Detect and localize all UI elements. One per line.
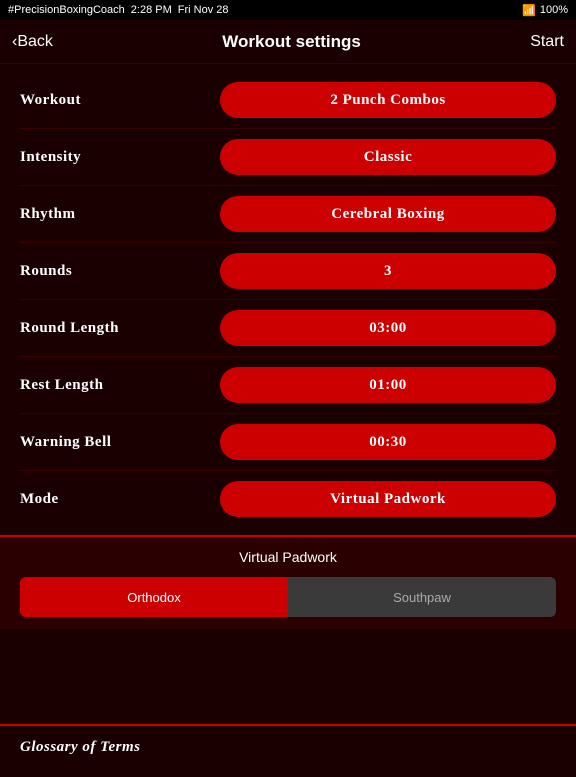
battery-label: 100% bbox=[540, 4, 568, 16]
workout-label: Workout bbox=[20, 92, 220, 109]
intensity-label: Intensity bbox=[20, 149, 220, 166]
main-content: Workout 2 Punch Combos Intensity Classic… bbox=[0, 64, 576, 535]
mode-value[interactable]: Virtual Padwork bbox=[220, 481, 556, 517]
stance-buttons: Orthodox Southpaw bbox=[20, 577, 556, 617]
workout-value[interactable]: 2 Punch Combos bbox=[220, 82, 556, 118]
status-time: 2:28 PM bbox=[131, 4, 172, 16]
rounds-value[interactable]: 3 bbox=[220, 253, 556, 289]
status-right: 📶 100% bbox=[522, 4, 568, 17]
app-name: #PrecisionBoxingCoach bbox=[8, 4, 125, 16]
back-label: Back bbox=[17, 33, 53, 51]
round-length-value[interactable]: 03:00 bbox=[220, 310, 556, 346]
glossary-link[interactable]: Glossary of Terms bbox=[20, 739, 140, 756]
round-length-label: Round Length bbox=[20, 320, 220, 337]
round-length-row: Round Length 03:00 bbox=[0, 300, 576, 356]
mode-label: Mode bbox=[20, 491, 220, 508]
nav-bar: ‹ Back Workout settings Start bbox=[0, 20, 576, 64]
workout-row: Workout 2 Punch Combos bbox=[0, 72, 576, 128]
intensity-row: Intensity Classic bbox=[0, 129, 576, 185]
rest-length-value[interactable]: 01:00 bbox=[220, 367, 556, 403]
warning-bell-label: Warning Bell bbox=[20, 434, 220, 451]
rhythm-row: Rhythm Cerebral Boxing bbox=[0, 186, 576, 242]
rhythm-label: Rhythm bbox=[20, 206, 220, 223]
mode-row: Mode Virtual Padwork bbox=[0, 471, 576, 527]
intensity-value[interactable]: Classic bbox=[220, 139, 556, 175]
footer[interactable]: Glossary of Terms bbox=[0, 724, 576, 768]
orthodox-button[interactable]: Orthodox bbox=[20, 577, 288, 617]
bottom-section-title: Virtual Padwork bbox=[20, 549, 556, 565]
wifi-icon: 📶 bbox=[522, 4, 536, 17]
warning-bell-value[interactable]: 00:30 bbox=[220, 424, 556, 460]
bottom-section: Virtual Padwork Orthodox Southpaw bbox=[0, 535, 576, 629]
rounds-row: Rounds 3 bbox=[0, 243, 576, 299]
rest-length-label: Rest Length bbox=[20, 377, 220, 394]
status-date: Fri Nov 28 bbox=[178, 4, 229, 16]
status-left: #PrecisionBoxingCoach 2:28 PM Fri Nov 28 bbox=[8, 4, 229, 16]
back-button[interactable]: ‹ Back bbox=[12, 33, 53, 51]
southpaw-button[interactable]: Southpaw bbox=[288, 577, 556, 617]
warning-bell-row: Warning Bell 00:30 bbox=[0, 414, 576, 470]
rhythm-value[interactable]: Cerebral Boxing bbox=[220, 196, 556, 232]
nav-title: Workout settings bbox=[222, 32, 361, 52]
rest-length-row: Rest Length 01:00 bbox=[0, 357, 576, 413]
start-button[interactable]: Start bbox=[530, 33, 564, 51]
rounds-label: Rounds bbox=[20, 263, 220, 280]
status-bar: #PrecisionBoxingCoach 2:28 PM Fri Nov 28… bbox=[0, 0, 576, 20]
